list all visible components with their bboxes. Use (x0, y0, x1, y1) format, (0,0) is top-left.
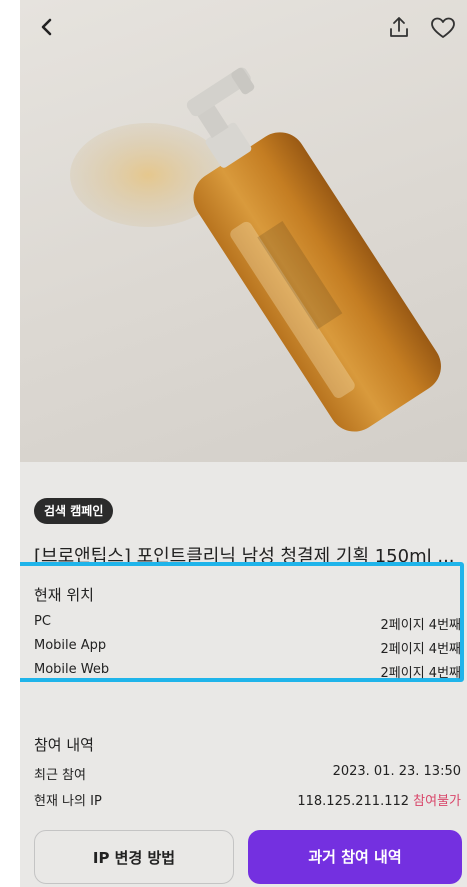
ip-row: 현재 나의 IP 118.125.211.112 참여불가 (34, 790, 461, 810)
product-info: 검색 캠페인 [브로앤팁스] 포인트클리닉 남성 청결제 기획 150ml ..… (20, 462, 467, 887)
location-label: PC (34, 614, 51, 629)
chevron-left-icon (41, 18, 52, 36)
location-value: 2페이지 4번째 (380, 618, 461, 633)
top-bar (20, 0, 467, 56)
participation-title: 참여 내역 (34, 736, 94, 754)
recent-value: 2023. 01. 23. 13:50 (332, 764, 461, 779)
app-screen: 검색 캠페인 [브로앤팁스] 포인트클리닉 남성 청결제 기획 150ml ..… (20, 0, 467, 887)
like-button[interactable] (428, 14, 458, 42)
share-icon (390, 17, 408, 37)
past-history-button[interactable]: 과거 참여 내역 (248, 830, 462, 884)
ip-value: 118.125.211.112 (297, 794, 410, 809)
product-hero (20, 0, 467, 462)
ip-status: 참여불가 (413, 794, 461, 809)
location-label: Mobile App (34, 638, 107, 653)
back-button[interactable] (34, 12, 62, 42)
current-location-title: 현재 위치 (34, 586, 94, 604)
ip-value-group: 118.125.211.112 참여불가 (297, 790, 461, 809)
location-value: 2페이지 4번째 (380, 642, 461, 657)
recent-participation-row: 최근 참여 2023. 01. 23. 13:50 (34, 764, 461, 784)
location-label: Mobile Web (34, 662, 110, 677)
location-value: 2페이지 4번째 (380, 666, 461, 681)
location-row-pc: PC 2페이지 4번째 (34, 614, 461, 634)
campaign-badge: 검색 캠페인 (34, 498, 114, 524)
recent-label: 최근 참여 (34, 768, 86, 783)
ip-change-button[interactable]: IP 변경 방법 (34, 830, 234, 884)
heart-icon (431, 17, 455, 38)
share-button[interactable] (386, 14, 412, 42)
location-row-mobile-web: Mobile Web 2페이지 4번째 (34, 662, 461, 682)
ip-label: 현재 나의 IP (34, 794, 102, 809)
product-image (70, 67, 441, 432)
location-row-mobile-app: Mobile App 2페이지 4번째 (34, 638, 461, 658)
